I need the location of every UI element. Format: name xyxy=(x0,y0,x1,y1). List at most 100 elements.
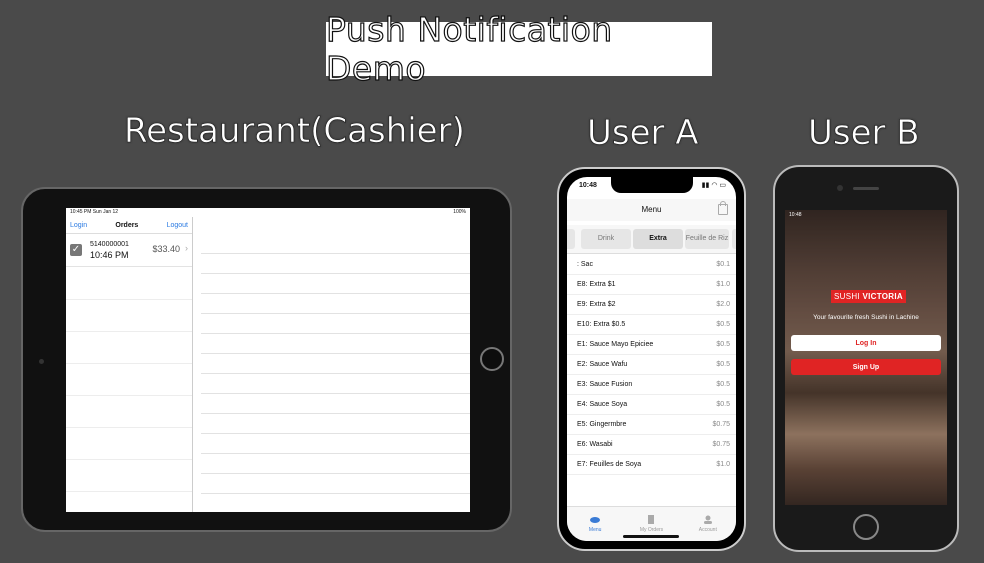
menu-item-row[interactable]: : Sac $0.1 xyxy=(567,255,736,275)
divider xyxy=(201,493,470,494)
menu-item-row[interactable]: E10: Extra $0.5 $0.5 xyxy=(567,315,736,335)
login-button[interactable]: Log In xyxy=(791,335,941,351)
menu-item-price: $2.0 xyxy=(716,301,730,308)
menu-item-price: $0.75 xyxy=(712,421,730,428)
user-b-screen: 10:48 SUSHI VICTORIA Your favourite fres… xyxy=(785,210,947,505)
menu-item-price: $1.0 xyxy=(716,461,730,468)
order-row[interactable]: ✓ 5140000001 10:46 PM $33.40 › xyxy=(66,234,192,267)
receipt-icon xyxy=(648,515,655,524)
menu-item-name: E9: Extra $2 xyxy=(577,301,616,308)
menu-item-price: $0.5 xyxy=(716,361,730,368)
ipad-screen: 10:45 PM Sun Jan 12 100% Login Orders Lo… xyxy=(66,208,470,512)
divider xyxy=(66,427,192,428)
divider xyxy=(66,459,192,460)
divider xyxy=(201,433,470,434)
menu-item-name: E5: Gingermbre xyxy=(577,421,627,428)
menu-item-row[interactable]: E1: Sauce Mayo Epiciee $0.5 xyxy=(567,335,736,355)
tab-menu[interactable]: Menu xyxy=(567,507,623,541)
menu-item-price: $0.5 xyxy=(716,401,730,408)
speaker xyxy=(853,187,879,190)
order-id: 5140000001 xyxy=(90,241,129,248)
menu-item-name: E8: Extra $1 xyxy=(577,281,616,288)
menu-item-name: E3: Sauce Fusion xyxy=(577,381,633,388)
menu-item-name: E2: Sauce Wafu xyxy=(577,361,628,368)
menu-item-name: E1: Sauce Mayo Epiciee xyxy=(577,341,654,348)
shopping-bag-icon[interactable] xyxy=(718,201,728,215)
divider xyxy=(201,473,470,474)
menu-item-row[interactable]: E7: Feuilles de Soya $1.0 xyxy=(567,455,736,475)
menu-item-row[interactable]: E3: Sauce Fusion $0.5 xyxy=(567,375,736,395)
status-bar: 10:45 PM Sun Jan 12 100% xyxy=(66,208,470,217)
brand-part1: SUSHI xyxy=(834,292,860,301)
status-time: 10:45 PM Sun Jan 12 xyxy=(70,209,119,215)
sushi-background-image xyxy=(785,210,947,505)
chevron-right-icon: › xyxy=(185,243,188,253)
brand-part2: VICTORIA xyxy=(862,292,903,301)
menu-item-row[interactable]: E8: Extra $1 $1.0 xyxy=(567,275,736,295)
ipad-device: 10:45 PM Sun Jan 12 100% Login Orders Lo… xyxy=(21,187,512,532)
logout-link[interactable]: Logout xyxy=(167,222,188,229)
menu-item-row[interactable]: E6: Wasabi $0.75 xyxy=(567,435,736,455)
orders-title: Orders xyxy=(115,221,139,229)
divider xyxy=(201,313,470,314)
status-time: 10:48 xyxy=(789,212,802,218)
status-time: 10:48 xyxy=(579,182,597,189)
home-button[interactable] xyxy=(480,347,504,371)
menu-item-price: $0.75 xyxy=(712,441,730,448)
category-partial[interactable] xyxy=(732,229,736,249)
divider xyxy=(201,273,470,274)
divider xyxy=(201,373,470,374)
tab-account[interactable]: Account xyxy=(680,507,736,541)
category-partial[interactable] xyxy=(567,229,575,249)
checkbox-checked-icon[interactable]: ✓ xyxy=(70,244,82,256)
divider xyxy=(201,253,470,254)
menu-item-name: : Sac xyxy=(577,261,593,268)
order-time: 10:46 PM xyxy=(90,250,129,260)
signal-wifi-battery-icon: ▮▮ ◠ ▭ xyxy=(701,182,726,189)
divider xyxy=(66,395,192,396)
home-indicator[interactable] xyxy=(623,535,679,538)
category-drink[interactable]: Drink xyxy=(581,229,631,249)
menu-item-list: : Sac $0.1 E8: Extra $1 $1.0 E9: Extra $2 $2.… xyxy=(567,255,736,475)
person-icon xyxy=(703,515,712,524)
page-title: Push Notification Demo xyxy=(325,9,613,88)
menu-item-price: $1.0 xyxy=(716,281,730,288)
heading-restaurant: Restaurant(Cashier) xyxy=(124,111,465,152)
menu-item-name: E7: Feuilles de Soya xyxy=(577,461,642,468)
divider xyxy=(66,363,192,364)
notch xyxy=(611,177,693,193)
menu-item-price: $0.5 xyxy=(716,321,730,328)
menu-item-price: $0.5 xyxy=(716,341,730,348)
divider xyxy=(66,331,192,332)
tab-account-label: Account xyxy=(698,527,717,533)
category-strip: Drink Extra Feuille de Riz xyxy=(567,225,736,254)
divider xyxy=(201,413,470,414)
camera-icon xyxy=(837,185,843,191)
divider xyxy=(201,353,470,354)
camera-icon xyxy=(39,359,44,364)
orders-master-pane: Login Orders Logout ✓ 5140000001 10:46 P… xyxy=(66,217,193,512)
category-feuille-de-riz[interactable]: Feuille de Riz xyxy=(685,229,729,249)
signup-button[interactable]: Sign Up xyxy=(791,359,941,375)
divider xyxy=(201,333,470,334)
menu-item-name: E6: Wasabi xyxy=(577,441,613,448)
iphone-x-device: 10:48 ▮▮ ◠ ▭ Menu Drink Extra Feuille de… xyxy=(557,167,746,551)
menu-item-row[interactable]: E4: Sauce Soya $0.5 xyxy=(567,395,736,415)
login-link[interactable]: Login xyxy=(70,222,87,229)
tab-menu-label: Menu xyxy=(588,527,602,533)
battery-status: 100% xyxy=(453,209,466,215)
menu-item-row[interactable]: E5: Gingermbre $0.75 xyxy=(567,415,736,435)
category-extra[interactable]: Extra xyxy=(633,229,683,249)
divider xyxy=(201,393,470,394)
menu-item-name: E4: Sauce Soya xyxy=(577,401,628,408)
divider xyxy=(201,453,470,454)
iphone-8-device: 10:48 SUSHI VICTORIA Your favourite fres… xyxy=(773,165,959,552)
home-button[interactable] xyxy=(853,514,879,540)
divider xyxy=(66,491,192,492)
heading-user-a: User A xyxy=(587,113,699,154)
heading-user-b: User B xyxy=(808,113,920,154)
order-detail-pane xyxy=(193,217,470,512)
menu-item-row[interactable]: E9: Extra $2 $2.0 xyxy=(567,295,736,315)
menu-item-row[interactable]: E2: Sauce Wafu $0.5 xyxy=(567,355,736,375)
sushi-icon xyxy=(590,517,601,523)
